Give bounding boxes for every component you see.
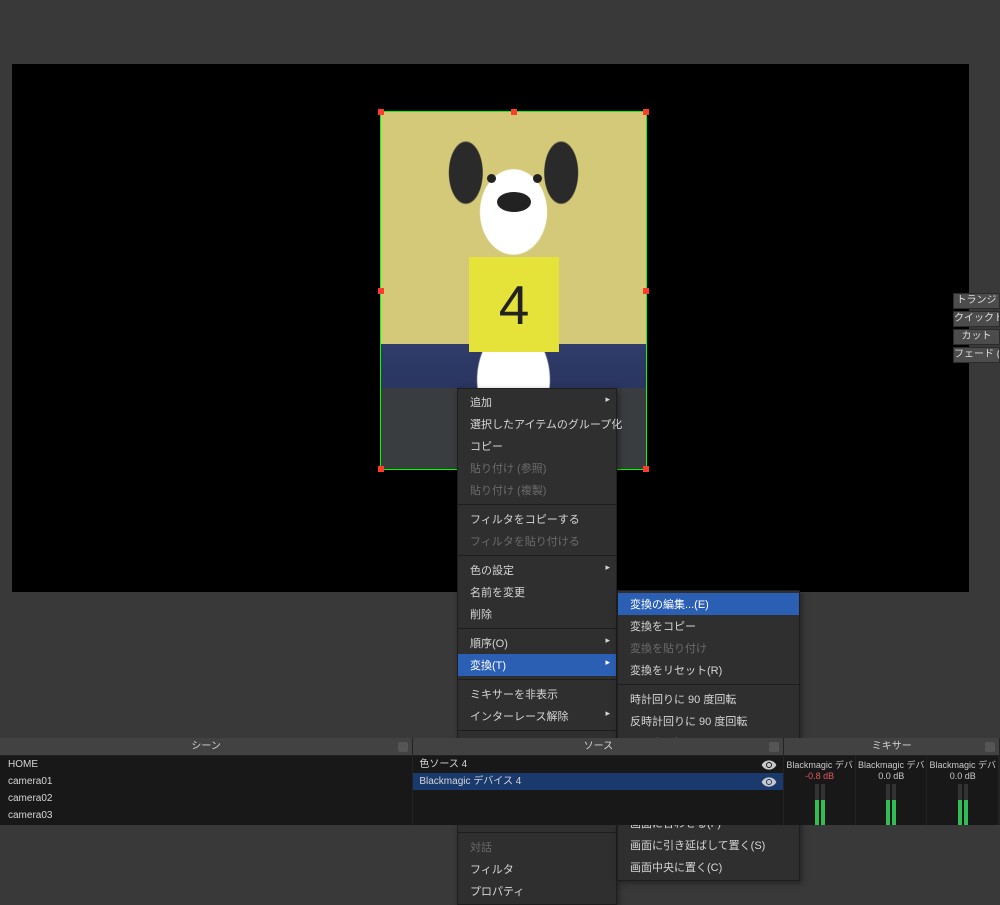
mixer-db-value: 0.0 dB	[950, 771, 976, 781]
menu-item[interactable]: 削除	[458, 603, 616, 625]
cut-button[interactable]: カット	[953, 329, 1000, 345]
scene-item[interactable]: HOME	[0, 756, 412, 773]
menu-item[interactable]: 変換の編集...(E)	[618, 593, 799, 615]
menu-item[interactable]: 画面中央に置く(C)	[618, 856, 799, 878]
menu-item[interactable]: 変換(T)	[458, 654, 616, 676]
mixer-channel-name: Blackmagic デバ	[929, 758, 996, 771]
menu-item: 貼り付け (複製)	[458, 479, 616, 501]
scenes-list[interactable]: HOMEcamera01camera02camera03camera04	[0, 756, 412, 825]
bottom-panels: シーン HOMEcamera01camera02camera03camera04…	[0, 738, 1000, 825]
mixer-panel-title: ミキサー	[784, 738, 999, 756]
menu-item[interactable]: フィルタをコピーする	[458, 508, 616, 530]
scene-item[interactable]: camera02	[0, 790, 412, 807]
scene-item[interactable]: camera01	[0, 773, 412, 790]
menu-item[interactable]: 順序(O)	[458, 632, 616, 654]
scenes-panel-title: シーン	[0, 738, 412, 756]
menu-item[interactable]: 選択したアイテムのグループ化	[458, 413, 616, 435]
sources-list[interactable]: 色ソース 4Blackmagic デバイス 4	[413, 756, 783, 825]
menu-item[interactable]: 追加	[458, 391, 616, 413]
mixer-panel: ミキサー Blackmagic デバ-0.8 dBBlackmagic デバ0.…	[784, 738, 1000, 825]
sources-panel-title: ソース	[413, 738, 783, 756]
menu-item[interactable]: コピー	[458, 435, 616, 457]
menu-item[interactable]: インターレース解除	[458, 705, 616, 727]
visibility-eye-icon[interactable]	[761, 757, 777, 773]
resize-handle-tl[interactable]	[378, 109, 384, 115]
mixer-channel[interactable]: Blackmagic デバ0.0 dB	[856, 756, 928, 825]
context-menu-transform[interactable]: 変換の編集...(E)変換をコピー変換を貼り付け変換をリセット(R) 時計回りに …	[617, 590, 800, 881]
context-menu-main[interactable]: 追加選択したアイテムのグループ化コピー貼り付け (参照)貼り付け (複製) フィル…	[457, 388, 617, 905]
menu-item: 対話	[458, 836, 616, 858]
menu-item[interactable]: 画面に引き延ばして置く(S)	[618, 834, 799, 856]
transition-button[interactable]: トランジ	[953, 293, 1000, 309]
mixer-channel[interactable]: Blackmagic デバ0.0 dB	[927, 756, 999, 825]
source-name: 色ソース 4	[419, 756, 467, 773]
resize-handle-tr[interactable]	[643, 109, 649, 115]
mixer-meter	[858, 784, 925, 825]
resize-handle-br[interactable]	[643, 466, 649, 472]
menu-item: フィルタを貼り付ける	[458, 530, 616, 552]
source-item[interactable]: Blackmagic デバイス 4	[413, 773, 783, 790]
menu-item[interactable]: フィルタ	[458, 858, 616, 880]
menu-item[interactable]: プロパティ	[458, 880, 616, 902]
menu-item[interactable]: 反時計回りに 90 度回転	[618, 710, 799, 732]
source-item[interactable]: 色ソース 4	[413, 756, 783, 773]
resize-handle-ml[interactable]	[378, 288, 384, 294]
scene-item[interactable]: camera03	[0, 807, 412, 824]
menu-item[interactable]: 変換をリセット(R)	[618, 659, 799, 681]
source-name: Blackmagic デバイス 4	[419, 773, 521, 790]
resize-handle-mr[interactable]	[643, 288, 649, 294]
resize-handle-bl[interactable]	[378, 466, 384, 472]
mixer-channel[interactable]: Blackmagic デバ-0.8 dB	[784, 756, 856, 825]
mixer-meter	[786, 784, 853, 825]
menu-item[interactable]: ミキサーを非表示	[458, 683, 616, 705]
menu-item: 貼り付け (参照)	[458, 457, 616, 479]
resize-handle-tc[interactable]	[511, 109, 517, 115]
menu-item[interactable]: 変換をコピー	[618, 615, 799, 637]
mixer-channel-name: Blackmagic デバ	[858, 758, 925, 771]
menu-item[interactable]: 名前を変更	[458, 581, 616, 603]
visibility-eye-icon[interactable]	[761, 774, 777, 790]
sources-panel: ソース 色ソース 4Blackmagic デバイス 4	[413, 738, 784, 825]
mixer-db-value: -0.8 dB	[805, 771, 834, 781]
scenes-panel: シーン HOMEcamera01camera02camera03camera04	[0, 738, 413, 825]
mixer-channel-name: Blackmagic デバ	[786, 758, 853, 771]
note-number: 4	[469, 257, 559, 352]
fade-button[interactable]: フェード (3	[953, 347, 1000, 363]
menu-item: 変換を貼り付け	[618, 637, 799, 659]
menu-item[interactable]: 時計回りに 90 度回転	[618, 688, 799, 710]
transition-buttons: トランジ クイックトランジ カット フェード (3	[953, 293, 1000, 363]
mixer-body[interactable]: Blackmagic デバ-0.8 dBBlackmagic デバ0.0 dBB…	[784, 756, 999, 825]
mixer-db-value: 0.0 dB	[878, 771, 904, 781]
menu-item[interactable]: 色の設定	[458, 559, 616, 581]
mixer-meter	[929, 784, 996, 825]
quick-transition-button[interactable]: クイックトランジ	[953, 311, 1000, 327]
